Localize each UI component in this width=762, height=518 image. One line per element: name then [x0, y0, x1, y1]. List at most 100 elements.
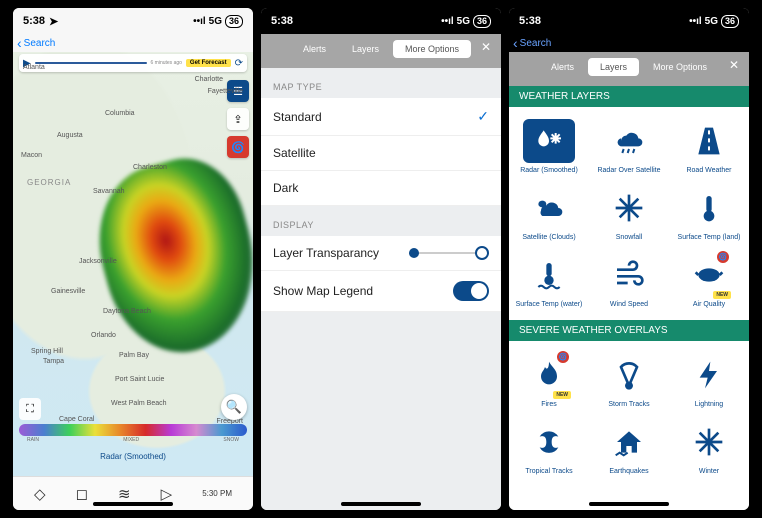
state-georgia: GEORGIA — [27, 178, 71, 187]
row-label: Layer Transparancy — [273, 246, 379, 260]
map-type-standard[interactable]: Standard ✓ — [261, 98, 501, 136]
search-icon[interactable]: 🔍 — [221, 394, 247, 420]
layer-label: Surface Temp (land) — [678, 234, 741, 241]
road-icon — [683, 119, 735, 163]
layer-storm-tracks[interactable]: Storm Tracks — [589, 347, 669, 414]
layer-fires[interactable]: 🌀 NEW Fires — [509, 347, 589, 414]
status-bar: 5:38 ••ıl 5G 36 — [261, 8, 501, 34]
city-columbia: Columbia — [105, 110, 135, 117]
layer-lightning[interactable]: Lightning — [669, 347, 749, 414]
layer-surface-temp-land[interactable]: Surface Temp (land) — [669, 180, 749, 247]
layers-panel[interactable]: WEATHER LAYERS Radar (Smoothed) Radar Ov… — [509, 86, 749, 510]
severe-overlays-grid: 🌀 NEW Fires Storm Tracks Lightning Tropi… — [509, 341, 749, 487]
phone-radar-map: 5:38 ➤ ••ıl 5G 36 Search ▶ 6 minutes ago… — [13, 8, 253, 510]
city-capecoral: Cape Coral — [59, 416, 94, 423]
raindrop-snowflake-icon — [523, 119, 575, 163]
radar-map[interactable]: ▶ 6 minutes ago Get Forecast ⟳ ☰ ⇪ 🌀 GEO… — [13, 52, 253, 476]
map-type-satellite[interactable]: Satellite — [261, 136, 501, 171]
tab-alerts[interactable]: Alerts — [539, 58, 586, 76]
get-forecast-button[interactable]: Get Forecast — [186, 59, 231, 67]
status-time: 5:38 — [23, 15, 45, 27]
row-label: Dark — [273, 181, 298, 195]
layer-radar-smoothed[interactable]: Radar (Smoothed) — [509, 113, 589, 180]
layer-label: Road Weather — [686, 167, 731, 174]
refresh-icon[interactable]: ⟳ — [235, 58, 243, 69]
tab-layers[interactable]: Layers — [340, 40, 391, 58]
layer-radar-over-satellite[interactable]: Radar Over Satellite — [589, 113, 669, 180]
row-label: Standard — [273, 110, 322, 124]
weather-layers-header: WEATHER LAYERS — [509, 86, 749, 107]
layer-surface-temp-water[interactable]: Surface Temp (water) — [509, 247, 589, 314]
status-time: 5:38 — [519, 15, 541, 27]
timeline-ago: 6 minutes ago — [151, 60, 182, 66]
radar-type-label: Radar (Smoothed) — [13, 451, 253, 462]
close-icon[interactable]: ✕ — [481, 40, 491, 54]
snowflake-icon — [603, 186, 655, 230]
city-macon: Macon — [21, 152, 42, 159]
share-icon[interactable]: ⇪ — [227, 108, 249, 130]
location-arrow-icon: ➤ — [49, 15, 58, 28]
layer-label: Surface Temp (water) — [516, 301, 583, 308]
layer-air-quality[interactable]: 🌀 NEW Air Quality — [669, 247, 749, 314]
display-header: DISPLAY — [261, 206, 501, 236]
status-bar: 5:38 ➤ ••ıl 5G 36 — [13, 8, 253, 34]
layer-label: Fires — [541, 401, 557, 408]
options-panel: MAP TYPE Standard ✓ Satellite Dark DISPL… — [261, 68, 501, 510]
play-outline-icon[interactable]: ▷ — [161, 485, 173, 503]
hurricane-badge-icon: 🌀 — [557, 351, 569, 363]
back-search-link[interactable]: Search — [509, 34, 749, 52]
network-type: 5G — [457, 16, 470, 27]
signal-icon: ••ıl — [193, 16, 206, 27]
transparency-slider[interactable] — [409, 246, 489, 260]
fire-icon: 🌀 NEW — [523, 353, 575, 397]
city-savannah: Savannah — [93, 188, 125, 195]
signal-icon: ••ıl — [441, 16, 454, 27]
dim-overlay: Alerts Layers More Options ✕ — [509, 52, 749, 86]
city-charlotte: Charlotte — [195, 76, 223, 83]
location-icon[interactable]: ◇ — [34, 485, 46, 503]
tab-more-options[interactable]: More Options — [641, 58, 719, 76]
home-indicator[interactable] — [93, 502, 173, 506]
back-search-link[interactable]: Search — [13, 34, 253, 52]
legend-toggle[interactable] — [453, 281, 489, 301]
tab-more-options[interactable]: More Options — [393, 40, 471, 58]
layer-tropical-tracks[interactable]: Tropical Tracks — [509, 414, 589, 481]
clouds-icon — [523, 186, 575, 230]
layer-earthquakes[interactable]: Earthquakes — [589, 414, 669, 481]
options-tabs: Alerts Layers More Options ✕ — [509, 58, 749, 76]
city-springhill: Spring Hill — [31, 348, 63, 355]
layers-icon[interactable]: ≋ — [118, 485, 131, 503]
layer-satellite-clouds[interactable]: Satellite (Clouds) — [509, 180, 589, 247]
timeline-bar: ▶ 6 minutes ago Get Forecast ⟳ — [19, 54, 247, 72]
tab-layers[interactable]: Layers — [588, 58, 639, 76]
bottom-time: 5:30 PM — [202, 489, 232, 498]
legend-gradient — [19, 424, 247, 436]
phone-more-options: 5:38 ••ıl 5G 36 Alerts Layers More Optio… — [261, 8, 501, 510]
tab-alerts[interactable]: Alerts — [291, 40, 338, 58]
layer-label: Radar Over Satellite — [597, 167, 660, 174]
layer-snowfall[interactable]: Snowfall — [589, 180, 669, 247]
map-type-dark[interactable]: Dark — [261, 171, 501, 206]
radar-cone-icon — [603, 353, 655, 397]
layer-wind-speed[interactable]: Wind Speed — [589, 247, 669, 314]
city-augusta: Augusta — [57, 132, 83, 139]
dim-overlay: Alerts Layers More Options ✕ — [261, 34, 501, 68]
layer-transparency-row: Layer Transparancy — [261, 236, 501, 271]
layer-label: Snowfall — [616, 234, 642, 241]
fullscreen-icon[interactable]: ⛶ — [19, 398, 41, 420]
layer-road-weather[interactable]: Road Weather — [669, 113, 749, 180]
options-tabs: Alerts Layers More Options ✕ — [261, 40, 501, 58]
city-gainesville: Gainesville — [51, 288, 85, 295]
home-indicator[interactable] — [589, 502, 669, 506]
city-psl: Port Saint Lucie — [115, 376, 164, 383]
city-charleston: Charleston — [133, 164, 167, 171]
layer-label: Storm Tracks — [608, 401, 649, 408]
hurricane-icon[interactable]: 🌀 — [227, 136, 249, 158]
home-indicator[interactable] — [341, 502, 421, 506]
hurricane-badge-icon: 🌀 — [717, 251, 729, 263]
timeline-slider[interactable] — [35, 62, 147, 64]
bookmark-icon[interactable]: ◻ — [76, 485, 88, 503]
layer-winter[interactable]: Winter — [669, 414, 749, 481]
city-palmbay: Palm Bay — [119, 352, 149, 359]
close-icon[interactable]: ✕ — [729, 58, 739, 72]
